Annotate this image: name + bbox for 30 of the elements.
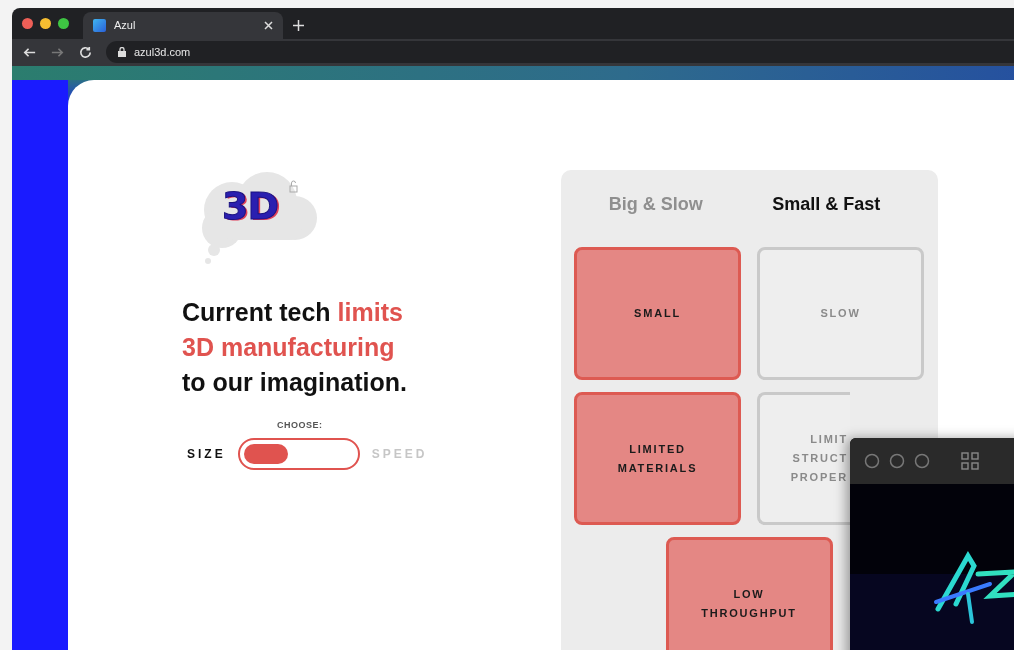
card-label: SMALL — [634, 306, 681, 321]
panel-tab[interactable]: Small & Fast — [772, 194, 881, 215]
headline: Current tech limits 3D manufacturing to our imagination. — [182, 297, 407, 398]
circle-icon[interactable] — [889, 453, 905, 469]
address-bar[interactable]: azul3d.com — [106, 41, 1014, 64]
grid-icon[interactable] — [961, 452, 979, 470]
limitation-card[interactable]: LOW THROUGHPUT — [665, 537, 833, 650]
logo-text: 3D — [222, 184, 278, 228]
limitation-card[interactable]: SMALL — [574, 247, 741, 380]
circle-icon[interactable] — [914, 453, 930, 469]
size-option[interactable]: SIZE — [187, 447, 226, 461]
card-label: SLOW — [820, 306, 861, 321]
lock-icon — [289, 180, 298, 193]
lock-icon — [118, 47, 126, 58]
favicon-icon — [93, 18, 106, 32]
card-label: LIMITED MATERIALS — [617, 441, 698, 476]
toggle-knob[interactable] — [243, 444, 288, 464]
card-label: LOW THROUGHPUT — [701, 586, 797, 621]
circle-icon[interactable] — [864, 453, 880, 469]
minimize-window-icon[interactable] — [40, 17, 51, 29]
choose-label: CHOOSE: — [277, 420, 323, 430]
reload-icon[interactable] — [78, 44, 93, 60]
browser-tab[interactable]: Azul — [83, 11, 283, 39]
limitation-card[interactable]: LIMITED MATERIALS — [574, 392, 741, 525]
size-speed-toggle[interactable] — [237, 438, 360, 470]
card-label: LIMIT STRUCT PROPER — [790, 432, 848, 485]
close-icon[interactable] — [264, 20, 273, 30]
new-tab-icon[interactable] — [293, 19, 304, 31]
close-window-icon[interactable] — [22, 17, 33, 29]
maximize-window-icon[interactable] — [58, 17, 69, 29]
